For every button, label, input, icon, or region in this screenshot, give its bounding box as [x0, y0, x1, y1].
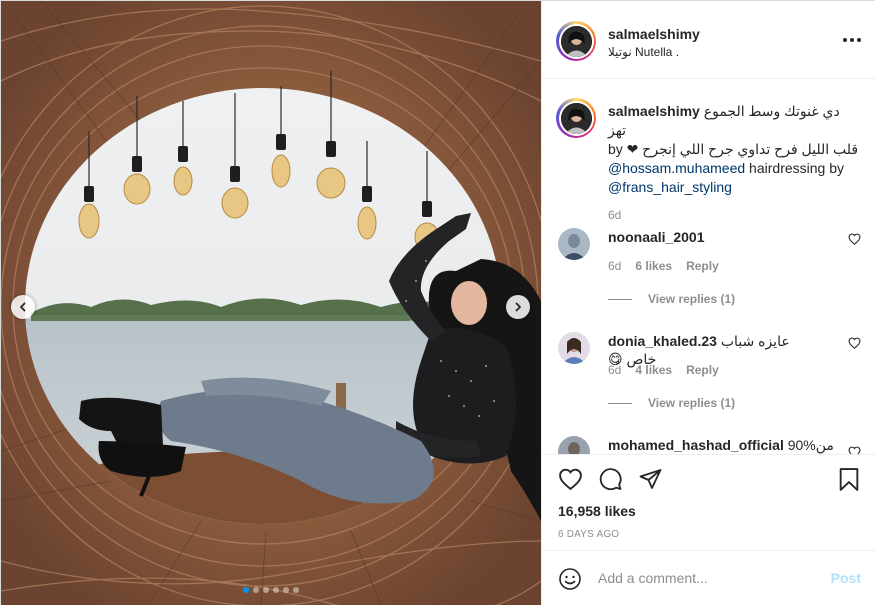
divider: [608, 402, 632, 404]
heart-outline-icon[interactable]: [848, 337, 861, 349]
share-send-icon[interactable]: [638, 467, 663, 491]
profile-photo-icon: [560, 102, 592, 134]
more-horizontal-icon: [843, 38, 847, 42]
view-replies-button[interactable]: View replies (1): [608, 396, 735, 410]
caption-line-2: قلب الليل فرح تداوي جرح اللي إنجرح ❤ by: [608, 141, 859, 157]
avatar[interactable]: [558, 228, 590, 260]
carousel-dot: [293, 587, 299, 593]
avatar[interactable]: [558, 436, 590, 454]
comment-bubble-icon[interactable]: [598, 467, 623, 491]
photo-illustration: [1, 1, 541, 605]
avatar[interactable]: [556, 21, 596, 61]
chevron-right-icon: [515, 302, 521, 312]
comment-body: 90%من: [787, 437, 834, 453]
caption-username[interactable]: salmaelshimy: [608, 103, 700, 119]
comment-input[interactable]: [598, 567, 818, 589]
profile-photo-icon: [558, 436, 590, 454]
caption-timestamp[interactable]: 6d: [608, 208, 621, 222]
comment-likes[interactable]: 4 likes: [635, 363, 672, 377]
post-header: salmaelshimy نوتيلا Nutella .: [542, 1, 875, 79]
post-modal: salmaelshimy نوتيلا Nutella . salmaelshi…: [0, 0, 875, 605]
comment-meta: 6d 6 likes Reply: [608, 259, 719, 273]
comment-username[interactable]: donia_khaled.23: [608, 333, 717, 349]
post-photo[interactable]: [1, 1, 541, 605]
post-timestamp[interactable]: 6 DAYS AGO: [558, 529, 619, 540]
avatar[interactable]: [556, 98, 596, 138]
comments-list[interactable]: salmaelshimy دي غنوتك وسط الجموع تهز قلب…: [542, 80, 875, 454]
comment-username[interactable]: mohamed_hashad_official: [608, 437, 784, 453]
carousel-indicator: [1, 587, 541, 593]
comment-time[interactable]: 6d: [608, 363, 621, 377]
post-location[interactable]: نوتيلا Nutella .: [608, 45, 679, 59]
profile-photo-icon: [558, 332, 590, 364]
emoji-icon[interactable]: [558, 567, 582, 591]
caption-text: salmaelshimy دي غنوتك وسط الجموع تهز قلب…: [608, 102, 861, 197]
carousel-prev-button[interactable]: [11, 295, 35, 319]
profile-photo-icon: [558, 228, 590, 260]
comment-text: mohamed_hashad_official 90%من: [608, 436, 858, 454]
post-username[interactable]: salmaelshimy: [608, 26, 700, 42]
view-replies-button[interactable]: View replies (1): [608, 292, 735, 306]
carousel-dot: [263, 587, 269, 593]
mention-link[interactable]: @hossam.muhameed: [608, 160, 745, 176]
bookmark-icon[interactable]: [838, 467, 860, 492]
add-comment-bar: Post: [542, 550, 875, 605]
post-side-panel: salmaelshimy نوتيلا Nutella . salmaelshi…: [541, 1, 875, 605]
comment-time[interactable]: 6d: [608, 259, 621, 273]
carousel-next-button[interactable]: [506, 295, 530, 319]
more-options-button[interactable]: [843, 33, 861, 47]
heart-outline-icon[interactable]: [848, 446, 861, 454]
carousel-dot: [283, 587, 289, 593]
reply-button[interactable]: Reply: [686, 363, 719, 377]
chevron-left-icon: [20, 302, 26, 312]
reply-button[interactable]: Reply: [686, 259, 719, 273]
heart-outline-icon[interactable]: [848, 233, 861, 245]
carousel-dot: [253, 587, 259, 593]
caption-mid-text: hairdressing by: [745, 160, 844, 176]
carousel-dot: [243, 587, 249, 593]
profile-photo-icon: [560, 25, 592, 57]
comment-username[interactable]: noonaali_2001: [608, 229, 705, 245]
view-replies-label: View replies (1): [648, 396, 736, 410]
post-comment-button[interactable]: Post: [831, 570, 861, 586]
carousel-dot: [273, 587, 279, 593]
likes-count[interactable]: 16,958 likes: [558, 503, 636, 519]
avatar[interactable]: [558, 332, 590, 364]
comment-text: noonaali_2001: [608, 228, 823, 246]
like-heart-icon[interactable]: [558, 467, 583, 491]
comment-likes[interactable]: 6 likes: [635, 259, 672, 273]
post-actions: 16,958 likes 6 DAYS AGO: [542, 454, 875, 550]
mention-link[interactable]: @frans_hair_styling: [608, 179, 732, 195]
divider: [608, 298, 632, 300]
view-replies-label: View replies (1): [648, 292, 736, 306]
comment-meta: 6d 4 likes Reply: [608, 363, 719, 377]
